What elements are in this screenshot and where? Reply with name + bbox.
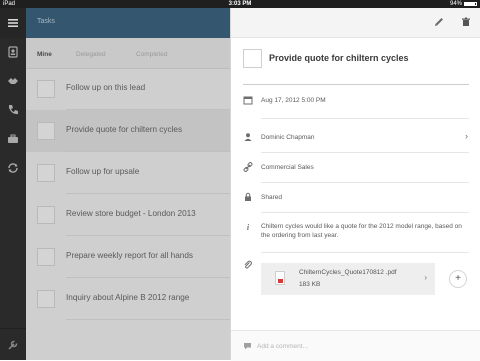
menu-icon[interactable] xyxy=(6,16,20,30)
sync-icon[interactable] xyxy=(6,161,20,175)
comment-bar[interactable]: Add a comment... xyxy=(231,330,480,361)
assignee-row[interactable]: Dominic Chapman › xyxy=(231,122,480,153)
description-row[interactable]: i Chiltern cycles would like a quote for… xyxy=(231,212,480,253)
info-icon: i xyxy=(246,223,250,232)
link-icon xyxy=(243,162,253,172)
due-date-row[interactable]: Aug 17, 2012 5:00 PM xyxy=(231,92,480,122)
task-checkbox[interactable] xyxy=(37,122,55,140)
contacts-icon[interactable] xyxy=(6,45,20,59)
detail-header: Provide quote for chiltern cycles xyxy=(243,46,469,85)
task-title: Provide quote for chiltern cycles xyxy=(269,53,409,63)
tab-delegated[interactable]: Delegated xyxy=(76,51,106,58)
task-row[interactable]: Review store budget - London 2013 xyxy=(26,194,230,236)
rail-menu-area xyxy=(0,8,26,38)
battery-icon xyxy=(464,2,477,6)
visibility-value: Shared xyxy=(261,194,282,201)
page-title: Tasks xyxy=(37,18,55,25)
task-list-header: Tasks xyxy=(26,8,230,38)
tab-completed[interactable]: Completed xyxy=(136,51,167,58)
task-checkbox[interactable] xyxy=(37,248,55,266)
row-divider xyxy=(66,319,230,320)
comment-input[interactable]: Add a comment... xyxy=(257,343,308,350)
pdf-file-icon xyxy=(275,271,285,285)
task-checkbox[interactable] xyxy=(37,164,55,182)
attachment-filename: ChilternCycles_Quote170812 .pdf xyxy=(299,269,397,276)
task-label: Follow up for upsale xyxy=(66,167,140,176)
row-divider xyxy=(261,252,469,253)
attachment-size: 183 KB xyxy=(299,281,321,288)
paperclip-icon xyxy=(243,260,253,270)
phone-icon[interactable] xyxy=(6,103,20,117)
complete-checkbox[interactable] xyxy=(243,49,262,68)
status-bar: iPad 3:03 PM 94% xyxy=(0,0,480,8)
comment-bubble-icon xyxy=(243,342,252,352)
nav-rail xyxy=(0,8,26,360)
task-label: Review store budget - London 2013 xyxy=(66,209,196,218)
task-row[interactable]: Follow up for upsale xyxy=(26,152,230,194)
task-row[interactable]: Inquiry about Alpine B 2012 range xyxy=(26,278,230,320)
chevron-right-icon: › xyxy=(424,273,427,282)
battery-percent: 94% xyxy=(449,1,462,7)
task-checkbox[interactable] xyxy=(37,80,55,98)
task-label: Prepare weekly report for all hands xyxy=(66,251,193,260)
task-label: Provide quote for chiltern cycles xyxy=(66,125,183,134)
rail-divider xyxy=(0,328,26,329)
battery-status: 94% xyxy=(450,0,477,8)
task-list-pane: Tasks Mine Delegated Completed Follow up… xyxy=(26,8,230,360)
task-tabs: Mine Delegated Completed xyxy=(26,38,230,69)
trash-icon[interactable] xyxy=(460,16,472,28)
deals-icon[interactable] xyxy=(6,73,20,87)
tab-mine[interactable]: Mine xyxy=(37,51,52,58)
task-description: Chiltern cycles would like a quote for t… xyxy=(261,223,462,239)
person-icon xyxy=(243,132,253,142)
wrench-icon[interactable] xyxy=(6,338,20,352)
related-row[interactable]: Commercial Sales xyxy=(231,152,480,183)
row-divider xyxy=(261,118,469,119)
task-label: Follow up on this lead xyxy=(66,83,146,92)
attachment-item[interactable]: ChilternCycles_Quote170812 .pdf 183 KB › xyxy=(261,263,435,295)
calendar-icon xyxy=(243,95,253,105)
lock-icon xyxy=(243,192,253,202)
task-checkbox[interactable] xyxy=(37,290,55,308)
related-record: Commercial Sales xyxy=(261,164,314,171)
edit-pencil-icon[interactable] xyxy=(433,16,445,28)
task-checkbox[interactable] xyxy=(37,206,55,224)
chevron-right-icon: › xyxy=(465,131,468,141)
task-row[interactable]: Follow up on this lead xyxy=(26,68,230,110)
assignee-name: Dominic Chapman xyxy=(261,134,315,141)
briefcase-icon[interactable] xyxy=(6,132,20,146)
detail-toolbar xyxy=(231,8,480,38)
add-attachment-button[interactable]: + xyxy=(449,270,467,288)
visibility-row[interactable]: Shared xyxy=(231,182,480,213)
task-detail-pane: Provide quote for chiltern cycles Aug 17… xyxy=(230,8,480,361)
task-row[interactable]: Prepare weekly report for all hands xyxy=(26,236,230,278)
clock: 3:03 PM xyxy=(228,1,252,7)
task-row-selected[interactable]: Provide quote for chiltern cycles xyxy=(26,110,230,152)
due-date: Aug 17, 2012 5:00 PM xyxy=(261,97,326,104)
task-label: Inquiry about Alpine B 2012 range xyxy=(66,293,190,302)
